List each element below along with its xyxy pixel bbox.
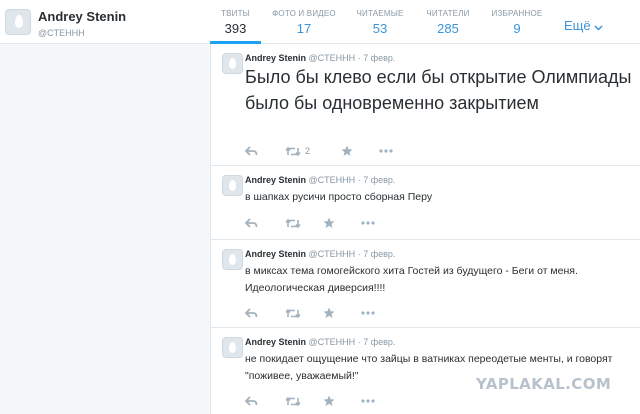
tweet-text: Было бы клево если бы открытие Олимпиады… [245, 67, 632, 113]
tweet-separator: · [357, 337, 361, 347]
default-egg-avatar-icon[interactable] [222, 175, 243, 196]
stat-label: ИЗБРАННОЕ [491, 9, 543, 18]
stat-value: 285 [437, 21, 459, 36]
profile-name[interactable]: Andrey Stenin [38, 9, 126, 24]
ellipsis-icon [361, 399, 375, 403]
stat-following[interactable]: ЧИТАЕМЫЕ 53 [348, 9, 412, 36]
default-egg-avatar-icon[interactable] [222, 249, 243, 270]
ellipsis-icon [379, 149, 393, 153]
reply-icon [245, 308, 258, 318]
stat-value: 17 [296, 21, 312, 36]
tweet-header: Andrey Stenin @CTEHHH · 7 февр. [245, 337, 395, 347]
stat-favorites[interactable]: ИЗБРАННОЕ 9 [484, 9, 550, 36]
reply-icon [245, 218, 258, 228]
retweet-button[interactable]: 2 [285, 144, 310, 158]
tweet-separator: · [357, 249, 361, 259]
stat-label: ЧИТАТЕЛИ [426, 9, 470, 18]
favorite-button[interactable] [323, 216, 335, 230]
tweet-timestamp[interactable]: 7 февр. [363, 249, 395, 259]
tweet-header: Andrey Stenin @CTEHHH · 7 февр. [245, 249, 395, 259]
tweet[interactable]: Andrey Stenin @CTEHHH · 7 февр. в шапках… [211, 166, 640, 240]
tweet-separator: · [357, 175, 361, 185]
stat-tweets[interactable]: ТВИТЫ 393 [210, 9, 261, 36]
tweet[interactable]: Andrey Stenin @CTEHHH · 7 февр. в миксах… [211, 240, 640, 328]
tweet-author-name[interactable]: Andrey Stenin [245, 337, 306, 347]
tweet[interactable]: Andrey Stenin @CTEHHH · 7 февр. Было бы … [211, 44, 640, 166]
stat-label: ТВИТЫ [221, 9, 250, 18]
tweet-timeline: Andrey Stenin @CTEHHH · 7 февр. Было бы … [210, 44, 640, 414]
stat-photos-videos[interactable]: ФОТО И ВИДЕО 17 [266, 9, 342, 36]
tweet-header: Andrey Stenin @CTEHHH · 7 февр. [245, 53, 395, 63]
retweet-icon [285, 218, 301, 228]
tweet-timestamp[interactable]: 7 февр. [363, 53, 395, 63]
tweet-author-name[interactable]: Andrey Stenin [245, 249, 306, 259]
reply-button[interactable] [245, 216, 258, 230]
retweet-icon [285, 308, 301, 318]
favorite-button[interactable] [323, 394, 335, 408]
tweet-author-handle[interactable]: @CTEHHH [309, 175, 356, 185]
tweet-text: в шапках русичи просто сборная Перу [245, 191, 433, 203]
retweet-button[interactable] [285, 306, 305, 320]
ellipsis-icon [361, 311, 375, 315]
reply-button[interactable] [245, 306, 258, 320]
tweet-header: Andrey Stenin @CTEHHH · 7 февр. [245, 175, 395, 185]
more-options-button[interactable] [361, 306, 375, 320]
more-options-button[interactable] [361, 216, 375, 230]
default-egg-avatar-icon[interactable] [222, 337, 243, 358]
stat-value: 53 [372, 21, 388, 36]
tweet-author-name[interactable]: Andrey Stenin [245, 175, 306, 185]
retweet-button[interactable] [285, 394, 305, 408]
star-icon [323, 395, 335, 406]
tweet[interactable]: Andrey Stenin @CTEHHH · 7 февр. не покид… [211, 328, 640, 414]
star-icon [323, 217, 335, 228]
tweet-timestamp[interactable]: 7 февр. [363, 337, 395, 347]
more-dropdown[interactable]: Ещё [564, 18, 603, 33]
more-options-button[interactable] [361, 394, 375, 408]
tweet-author-name[interactable]: Andrey Stenin [245, 53, 306, 63]
star-icon [341, 145, 353, 156]
stat-followers[interactable]: ЧИТАТЕЛИ 285 [418, 9, 478, 36]
profile-handle: @CTEHHH [38, 28, 85, 38]
default-egg-avatar-icon[interactable] [5, 9, 31, 35]
tweet-author-handle[interactable]: @CTEHHH [309, 249, 356, 259]
tweet-author-handle[interactable]: @CTEHHH [309, 337, 356, 347]
more-label: Ещё [564, 18, 591, 33]
more-options-button[interactable] [379, 144, 393, 158]
tweet-author-handle[interactable]: @CTEHHH [309, 53, 356, 63]
reply-button[interactable] [245, 394, 258, 408]
favorite-button[interactable] [341, 144, 353, 158]
chevron-down-icon [594, 25, 603, 31]
favorite-button[interactable] [323, 306, 335, 320]
stat-label: ФОТО И ВИДЕО [272, 9, 336, 18]
tweet-timestamp[interactable]: 7 февр. [363, 175, 395, 185]
tweet-text: в миксах тема гомогейского хита Гостей и… [245, 265, 578, 294]
star-icon [323, 307, 335, 318]
stat-label: ЧИТАЕМЫЕ [356, 9, 404, 18]
stat-value: 9 [513, 21, 521, 36]
retweet-icon [285, 396, 301, 406]
reply-icon [245, 146, 258, 156]
reply-icon [245, 396, 258, 406]
ellipsis-icon [361, 221, 375, 225]
retweet-count: 2 [305, 146, 311, 156]
retweet-icon [285, 146, 301, 156]
tweet-separator: · [357, 53, 361, 63]
profile-nav-bar: Andrey Stenin @CTEHHH ТВИТЫ 393 ФОТО И В… [0, 0, 640, 44]
retweet-button[interactable] [285, 216, 305, 230]
site-watermark: YAPLAKAL.COM [476, 375, 612, 393]
default-egg-avatar-icon[interactable] [222, 53, 243, 74]
stat-value: 393 [224, 21, 247, 36]
reply-button[interactable] [245, 144, 258, 158]
